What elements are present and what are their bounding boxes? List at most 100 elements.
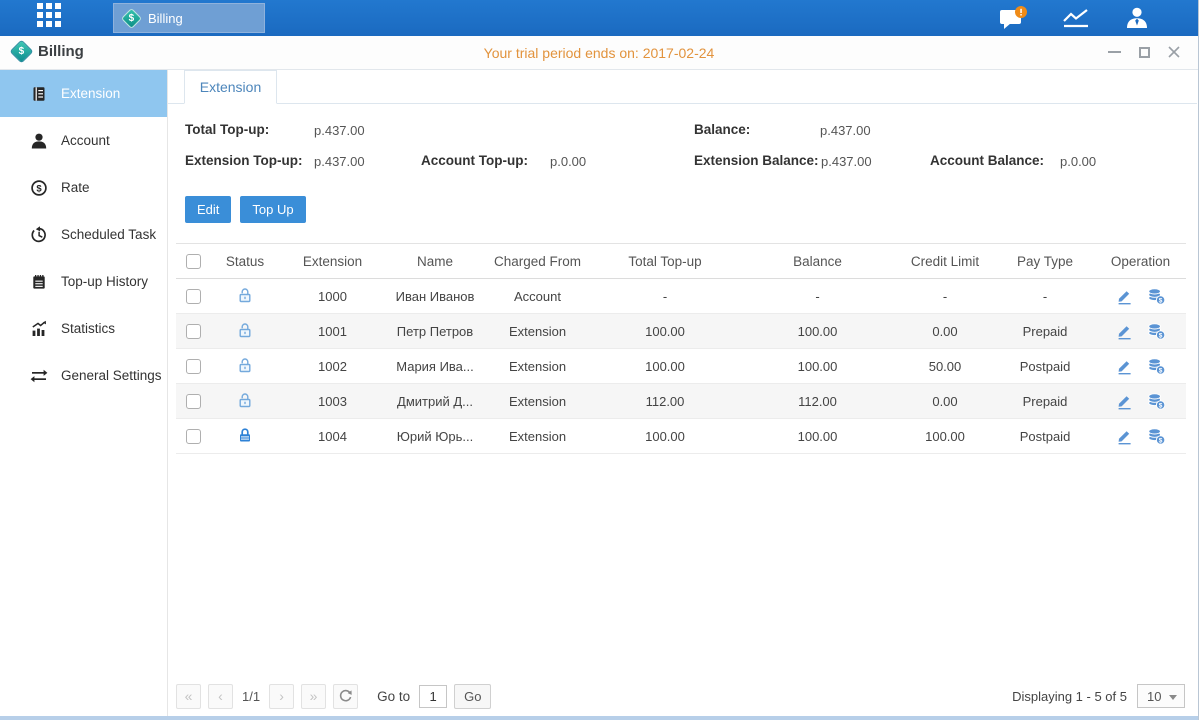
row-checkbox[interactable] <box>186 324 201 339</box>
edit-button[interactable]: Edit <box>185 196 231 223</box>
row-checkbox[interactable] <box>186 359 201 374</box>
select-all-checkbox[interactable] <box>186 254 201 269</box>
lock-closed-icon <box>237 427 253 443</box>
topup-row-button[interactable]: $ <box>1147 393 1166 410</box>
edit-row-button[interactable] <box>1116 393 1133 410</box>
topup-row-button[interactable]: $ <box>1147 323 1166 340</box>
sidebar-item-statistics[interactable]: Statistics <box>0 305 167 352</box>
apps-grid-icon[interactable] <box>37 3 67 33</box>
sidebar-item-topup-history[interactable]: Top-up History <box>0 258 167 305</box>
close-icon[interactable] <box>1166 44 1182 60</box>
name-cell: Петр Петров <box>385 314 485 349</box>
sidebar-item-general-settings[interactable]: General Settings <box>0 352 167 399</box>
col-credit-limit: Credit Limit <box>895 244 995 279</box>
credit-limit-cell: 0.00 <box>895 314 995 349</box>
svg-text:$: $ <box>36 183 42 194</box>
top-up-button[interactable]: Top Up <box>240 196 305 223</box>
col-operation: Operation <box>1095 244 1186 279</box>
pay-type-cell: Prepaid <box>995 384 1095 419</box>
tab-extension[interactable]: Extension <box>184 70 277 104</box>
maximize-icon[interactable] <box>1136 44 1152 60</box>
tab-bar: Extension <box>168 70 1197 104</box>
balance-label: Balance: <box>694 122 750 137</box>
table-row[interactable]: 1004Юрий Юрь...Extension100.00100.00100.… <box>176 419 1186 454</box>
topbar: $ Billing <box>0 0 1198 36</box>
table-row[interactable]: 1002Мария Ива...Extension100.00100.0050.… <box>176 349 1186 384</box>
sidebar-item-extension[interactable]: Extension <box>0 70 167 117</box>
minimize-icon[interactable] <box>1106 44 1122 60</box>
topup-coins-icon: $ <box>1147 358 1166 375</box>
credit-limit-cell: 100.00 <box>895 419 995 454</box>
status-cell <box>210 384 280 419</box>
sidebar-item-label: Rate <box>61 180 90 195</box>
total-topup-cell: 100.00 <box>590 349 740 384</box>
sidebar-item-label: Scheduled Task <box>61 227 156 242</box>
refresh-button[interactable] <box>333 684 358 709</box>
refresh-icon <box>338 689 353 704</box>
topup-row-button[interactable]: $ <box>1147 428 1166 445</box>
bar-chart-icon <box>30 320 48 338</box>
credit-limit-cell: - <box>895 279 995 314</box>
status-cell <box>210 279 280 314</box>
trial-notice: Your trial period ends on: 2017-02-24 <box>0 45 1198 61</box>
sidebar-item-rate[interactable]: $ Rate <box>0 164 167 211</box>
line-chart-icon[interactable] <box>1062 7 1090 29</box>
pay-type-cell: Postpaid <box>995 419 1095 454</box>
topbar-tab-billing[interactable]: $ Billing <box>113 3 265 33</box>
pagination-bar: « ‹ 1/1 › » Go to Go Displaying 1 - 5 of… <box>176 682 1185 710</box>
balance-cell: 100.00 <box>740 314 895 349</box>
edit-row-button[interactable] <box>1116 288 1133 305</box>
sidebar-item-account[interactable]: Account <box>0 117 167 164</box>
page-indicator: 1/1 <box>242 689 260 704</box>
balance-cell: 100.00 <box>740 349 895 384</box>
edit-pencil-icon <box>1116 428 1133 445</box>
svg-text:$: $ <box>1158 297 1162 304</box>
first-page-button[interactable]: « <box>176 684 201 709</box>
name-cell: Иван Иванов <box>385 279 485 314</box>
last-page-button[interactable]: » <box>301 684 326 709</box>
extension-balance-value: p.437.00 <box>821 154 872 169</box>
edit-row-button[interactable] <box>1116 358 1133 375</box>
topup-row-button[interactable]: $ <box>1147 358 1166 375</box>
message-icon[interactable] <box>999 6 1028 30</box>
balance-cell: 100.00 <box>740 419 895 454</box>
next-page-button[interactable]: › <box>269 684 294 709</box>
credit-limit-cell: 50.00 <box>895 349 995 384</box>
total-topup-cell: - <box>590 279 740 314</box>
page-size-select[interactable]: 10 <box>1137 684 1185 708</box>
edit-pencil-icon <box>1116 393 1133 410</box>
name-cell: Дмитрий Д... <box>385 384 485 419</box>
goto-page-input[interactable] <box>419 685 447 708</box>
row-checkbox[interactable] <box>186 394 201 409</box>
window-bottom-edge <box>0 716 1198 720</box>
go-button[interactable]: Go <box>454 684 491 709</box>
sidebar-item-label: General Settings <box>61 368 162 383</box>
table-row[interactable]: 1003Дмитрий Д...Extension112.00112.000.0… <box>176 384 1186 419</box>
sidebar-item-label: Extension <box>61 86 120 101</box>
goto-label: Go to <box>377 689 410 704</box>
col-extension: Extension <box>280 244 385 279</box>
topup-coins-icon: $ <box>1147 393 1166 410</box>
table-row[interactable]: 1001Петр ПетровExtension100.00100.000.00… <box>176 314 1186 349</box>
edit-row-button[interactable] <box>1116 323 1133 340</box>
col-name: Name <box>385 244 485 279</box>
topup-row-button[interactable]: $ <box>1147 288 1166 305</box>
displaying-text: Displaying 1 - 5 of 5 <box>1012 689 1127 704</box>
sidebar-item-scheduled-task[interactable]: Scheduled Task <box>0 211 167 258</box>
extension-cell: 1002 <box>280 349 385 384</box>
row-checkbox[interactable] <box>186 289 201 304</box>
prev-page-button[interactable]: ‹ <box>208 684 233 709</box>
charged-from-cell: Extension <box>485 384 590 419</box>
name-cell: Юрий Юрь... <box>385 419 485 454</box>
extension-table: Status Extension Name Charged From Total… <box>176 243 1186 454</box>
charged-from-cell: Extension <box>485 314 590 349</box>
charged-from-cell: Account <box>485 279 590 314</box>
row-checkbox[interactable] <box>186 429 201 444</box>
extension-cell: 1000 <box>280 279 385 314</box>
table-row[interactable]: 1000Иван ИвановAccount----$ <box>176 279 1186 314</box>
user-icon[interactable] <box>1124 6 1150 30</box>
edit-row-button[interactable] <box>1116 428 1133 445</box>
balance-value: p.437.00 <box>820 123 871 138</box>
total-topup-value: p.437.00 <box>314 123 365 138</box>
status-cell <box>210 314 280 349</box>
